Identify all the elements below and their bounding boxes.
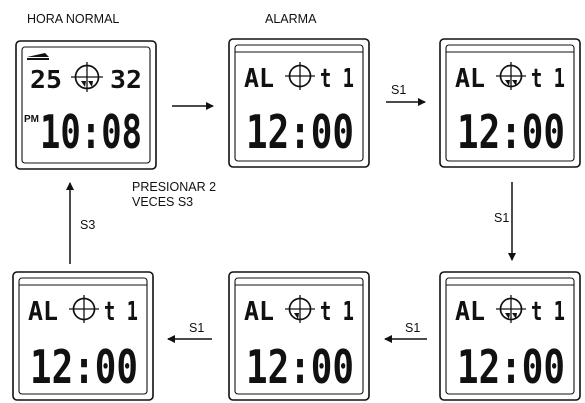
alarm-time: 12:00 bbox=[246, 105, 354, 159]
alarm-display-2: AL t 1 12:00 bbox=[439, 38, 581, 168]
s1-label-bottom-left: S1 bbox=[189, 321, 204, 335]
alarm-time: 12:00 bbox=[30, 340, 138, 394]
alarm-display-1: AL t 1 12:00 bbox=[228, 38, 370, 168]
normal-time-display: 25 32 PM 10:08 bbox=[15, 40, 157, 170]
s1-label-bottom-right: S1 bbox=[405, 321, 420, 335]
presionar-instruction: PRESIONAR 2 VECES S3 bbox=[132, 180, 217, 209]
normal-time: 10:08 bbox=[40, 105, 142, 159]
alarm-suffix: t 1 bbox=[320, 297, 354, 327]
alarm-prefix: AL bbox=[455, 64, 485, 94]
alarm-prefix: AL bbox=[455, 297, 485, 327]
crosshair-icon bbox=[71, 62, 103, 92]
alarm-time: 12:00 bbox=[457, 105, 565, 159]
crosshair-icon bbox=[496, 62, 526, 90]
hora-normal-title: HORA NORMAL bbox=[27, 12, 120, 26]
crosshair-icon bbox=[69, 295, 99, 323]
alarma-title: ALARMA bbox=[265, 12, 317, 26]
alarm-suffix: t 1 bbox=[531, 64, 565, 94]
alarm-suffix: t 1 bbox=[104, 297, 138, 327]
am-pm-indicator: PM bbox=[24, 114, 39, 125]
crosshair-icon bbox=[285, 295, 315, 323]
normal-left-number: 25 bbox=[30, 65, 62, 94]
alarm-prefix: AL bbox=[244, 297, 274, 327]
alarm-prefix: AL bbox=[28, 297, 58, 327]
crosshair-icon bbox=[496, 295, 526, 323]
s3-label: S3 bbox=[80, 218, 95, 232]
alarm-display-3: AL t 1 12:00 bbox=[439, 271, 581, 401]
alarm-time: 12:00 bbox=[246, 340, 354, 394]
normal-right-number: 32 bbox=[110, 65, 142, 94]
alarm-suffix: t 1 bbox=[320, 64, 354, 94]
crosshair-icon bbox=[285, 62, 315, 90]
alarm-display-5: AL t 1 12:00 bbox=[12, 271, 154, 401]
s1-label-top: S1 bbox=[391, 83, 406, 97]
alarm-display-4: AL t 1 12:00 bbox=[228, 271, 370, 401]
alarm-suffix: t 1 bbox=[531, 297, 565, 327]
s1-label-right: S1 bbox=[494, 211, 509, 225]
alarm-prefix: AL bbox=[244, 64, 274, 94]
alarm-time: 12:00 bbox=[457, 340, 565, 394]
